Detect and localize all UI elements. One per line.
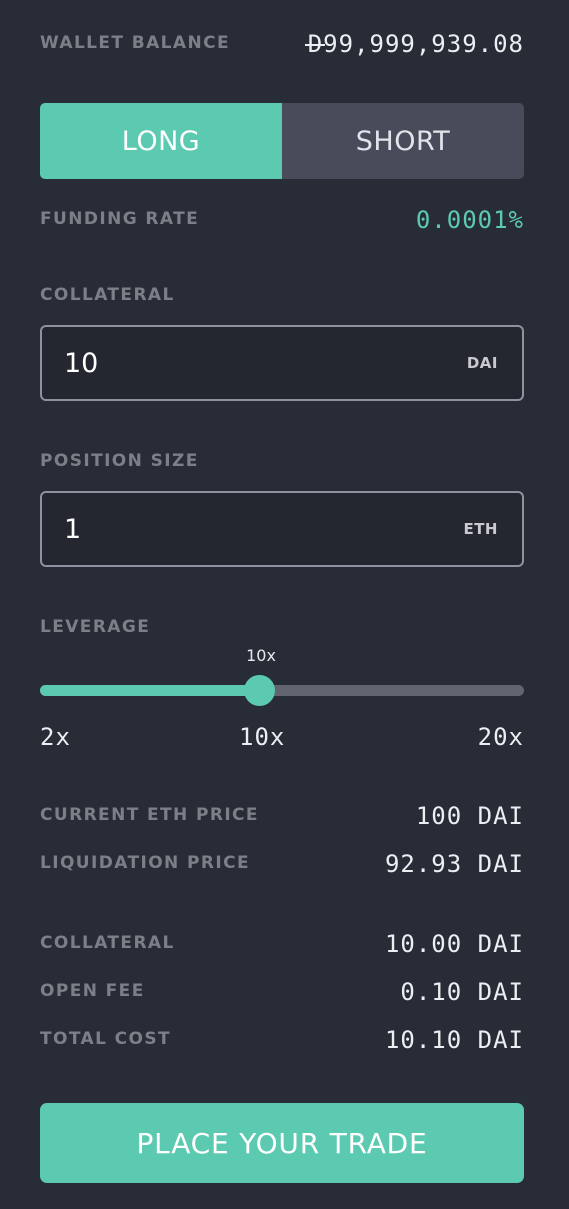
leverage-slider[interactable] xyxy=(40,675,524,706)
collateral-input[interactable] xyxy=(64,327,424,399)
current-eth-price-value: 100 DAI xyxy=(415,802,524,830)
wallet-balance-label: WALLET BALANCE xyxy=(40,33,230,53)
leverage-tick-max: 20x xyxy=(477,723,524,751)
liquidation-price-value: 92.93 DAI xyxy=(384,850,524,878)
summary-collateral-label: COLLATERAL xyxy=(40,933,175,953)
total-cost-value: 10.10 DAI xyxy=(384,1026,524,1054)
current-eth-price-label: CURRENT ETH PRICE xyxy=(40,805,259,825)
position-size-unit: ETH xyxy=(463,520,498,538)
leverage-tick-mid: 10x xyxy=(239,723,286,751)
short-button[interactable]: SHORT xyxy=(282,103,524,179)
position-size-label: POSITION SIZE xyxy=(40,451,199,471)
leverage-slider-fill xyxy=(40,685,260,696)
total-cost-label: TOTAL COST xyxy=(40,1029,171,1049)
open-fee-value: 0.10 DAI xyxy=(400,978,524,1006)
funding-rate-value: 0.0001% xyxy=(415,206,524,234)
collateral-unit: DAI xyxy=(466,354,498,372)
collateral-field: DAI xyxy=(40,325,524,401)
wallet-balance-value: D99,999,939.08 xyxy=(304,30,524,58)
liquidation-price-label: LIQUIDATION PRICE xyxy=(40,853,250,873)
open-fee-label: OPEN FEE xyxy=(40,981,145,1001)
summary-collateral-value: 10.00 DAI xyxy=(384,930,524,958)
collateral-input-label: COLLATERAL xyxy=(40,285,175,305)
wallet-balance-amount: 99,999,939.08 xyxy=(323,30,524,58)
leverage-label: LEVERAGE xyxy=(40,617,151,637)
leverage-tick-min: 2x xyxy=(40,723,71,751)
place-trade-button[interactable]: PLACE YOUR TRADE xyxy=(40,1103,524,1183)
position-size-input[interactable] xyxy=(64,493,424,565)
dai-currency-icon: D xyxy=(304,30,326,58)
trade-side-toggle: LONG SHORT xyxy=(40,103,524,179)
long-button[interactable]: LONG xyxy=(40,103,282,179)
leverage-slider-thumb[interactable] xyxy=(244,675,275,706)
position-size-field: ETH xyxy=(40,491,524,567)
leverage-thumb-label: 10x xyxy=(246,646,276,665)
funding-rate-label: FUNDING RATE xyxy=(40,209,200,229)
